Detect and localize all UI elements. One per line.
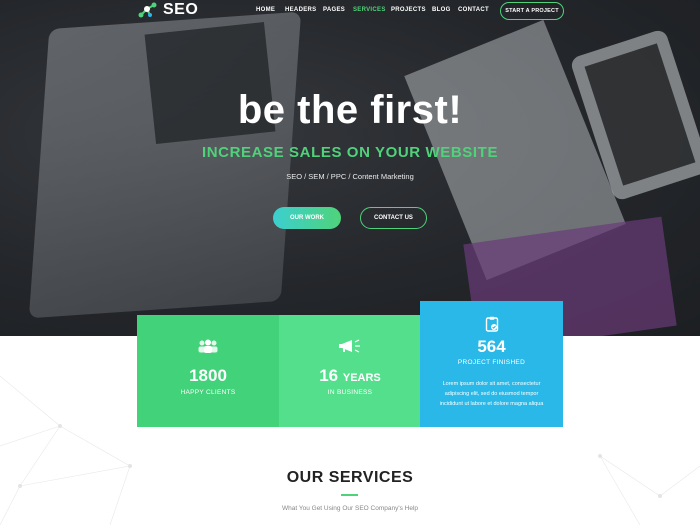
years-number: 16 YEARS (279, 366, 421, 386)
happy-clients-number: 1800 (189, 366, 227, 385)
clipboard-check-icon (420, 316, 563, 332)
projects-finished-label: PROJECT FINISHED (457, 359, 526, 366)
years-unit: YEARS (342, 372, 381, 384)
hero-tagline: SEO / SEM / PPC / Content Marketing (286, 172, 414, 181)
start-project-button[interactable]: START A PROJECT (500, 2, 564, 20)
projects-finished-number: 564 (477, 337, 506, 356)
users-icon (137, 339, 279, 353)
stat-in-business: 16 YEARS IN BUSINESS (279, 315, 421, 427)
top-navbar: SEO HOME HEADERS PAGES SERVICES PROJECTS… (0, 0, 700, 24)
stat-happy-clients: 1800 HAPPY CLIENTS (137, 315, 279, 427)
nav-pages[interactable]: PAGES (323, 7, 345, 13)
logo-text: SEO (163, 1, 199, 18)
our-work-button[interactable]: OUR WORK (273, 207, 341, 229)
services-divider (341, 494, 358, 496)
projects-finished-description: Lorem ipsum dolor sit amet, consectetur … (439, 381, 544, 407)
nav-blog[interactable]: BLOG (432, 7, 451, 13)
services-title: OUR SERVICES (286, 469, 414, 486)
nav-home[interactable]: HOME (256, 7, 275, 13)
nav-services[interactable]: SERVICES (353, 7, 386, 13)
nav-contact[interactable]: CONTACT (458, 7, 489, 13)
logo[interactable]: SEO (137, 1, 198, 19)
megaphone-icon (279, 339, 421, 353)
hero-subheadline: INCREASE SALES ON YOUR WEBSITE (201, 144, 499, 161)
happy-clients-label: HAPPY CLIENTS (180, 389, 236, 396)
services-subtitle: What You Get Using Our SEO Company's Hel… (282, 505, 418, 512)
nav-headers[interactable]: HEADERS (285, 7, 316, 13)
in-business-label: IN BUSINESS (327, 389, 373, 396)
nav-projects[interactable]: PROJECTS (391, 7, 426, 13)
stat-projects-finished: 564 PROJECT FINISHED Lorem ipsum dolor s… (420, 301, 563, 427)
years-value: 16 (319, 366, 339, 385)
hero-section: SEO HOME HEADERS PAGES SERVICES PROJECTS… (0, 0, 700, 336)
molecule-logo-icon (138, 2, 157, 18)
hero-headline: be the first! (237, 88, 463, 132)
contact-us-button[interactable]: CONTACT US (360, 207, 427, 229)
